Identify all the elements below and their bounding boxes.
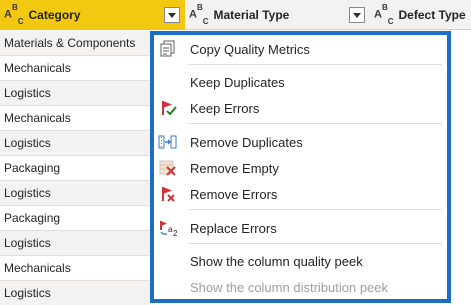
- text-type-icon: ABC: [374, 3, 394, 26]
- menu-item-replace-errors[interactable]: a 2 Replace Errors: [154, 217, 447, 239]
- menu-item-remove-errors[interactable]: Remove Errors: [154, 183, 447, 205]
- menu-item-remove-empty[interactable]: Remove Empty: [154, 157, 447, 179]
- keep-errors-icon: [162, 101, 177, 116]
- table-row[interactable]: Mechanicals: [0, 56, 150, 81]
- table-row[interactable]: Materials & Components: [0, 31, 150, 56]
- menu-item-label: Keep Errors: [190, 100, 260, 116]
- menu-item-label: Show the column quality peek: [190, 253, 363, 269]
- remove-duplicates-icon: [158, 135, 177, 149]
- menu-separator: [188, 64, 442, 65]
- column-dropdown-button[interactable]: [349, 7, 365, 23]
- text-type-icon: ABC: [4, 3, 24, 26]
- svg-text:2: 2: [173, 229, 178, 237]
- menu-item-show-column-quality-peek[interactable]: Show the column quality peek: [154, 250, 447, 272]
- remove-empty-icon: [159, 160, 176, 176]
- chevron-down-icon: [168, 12, 176, 18]
- column-header-defect-type[interactable]: ABC Defect Type: [370, 0, 471, 30]
- table-row[interactable]: Logistics: [0, 81, 150, 106]
- column-header-category[interactable]: ABC Category: [0, 0, 185, 30]
- menu-item-label: Copy Quality Metrics: [190, 41, 310, 57]
- column-title: Material Type: [213, 8, 290, 22]
- copy-icon: [160, 40, 175, 57]
- column-title: Defect Type: [398, 8, 466, 22]
- menu-item-label: Remove Errors: [190, 186, 278, 202]
- column-title: Category: [28, 8, 81, 22]
- table-row[interactable]: Logistics: [0, 131, 150, 156]
- menu-item-label: Show the column distribution peek: [190, 279, 389, 295]
- table-row[interactable]: Logistics: [0, 281, 150, 305]
- menu-item-remove-duplicates[interactable]: Remove Duplicates: [154, 131, 447, 153]
- table-row[interactable]: Logistics: [0, 231, 150, 256]
- menu-item-label: Remove Duplicates: [190, 134, 303, 150]
- category-column-cells: Materials & Components Mechanicals Logis…: [0, 31, 150, 305]
- table-row[interactable]: Logistics: [0, 181, 150, 206]
- chevron-down-icon: [353, 12, 361, 18]
- table-row[interactable]: Mechanicals: [0, 256, 150, 281]
- replace-errors-icon: a 2: [160, 221, 178, 237]
- text-type-icon: ABC: [189, 3, 209, 26]
- menu-item-show-column-distribution-peek: Show the column distribution peek: [154, 276, 447, 298]
- menu-item-label: Replace Errors: [190, 220, 277, 236]
- table-row[interactable]: Packaging: [0, 156, 150, 181]
- menu-item-keep-errors[interactable]: Keep Errors: [154, 97, 447, 119]
- table-row[interactable]: Mechanicals: [0, 106, 150, 131]
- menu-separator: [188, 243, 442, 244]
- table-row[interactable]: Packaging: [0, 206, 150, 231]
- menu-separator: [188, 209, 442, 210]
- column-context-menu: Copy Quality Metrics Keep Duplicates Kee…: [150, 31, 451, 303]
- column-header-material-type[interactable]: ABC Material Type: [185, 0, 370, 30]
- menu-item-copy-quality-metrics[interactable]: Copy Quality Metrics: [154, 38, 447, 60]
- column-header-bar: ABC Category ABC Material Type ABC Defec…: [0, 0, 471, 30]
- menu-separator: [188, 123, 442, 124]
- menu-item-label: Remove Empty: [190, 160, 279, 176]
- remove-errors-icon: [162, 187, 175, 202]
- column-dropdown-button[interactable]: [164, 7, 180, 23]
- menu-item-label: Keep Duplicates: [190, 74, 285, 90]
- menu-item-keep-duplicates[interactable]: Keep Duplicates: [154, 71, 447, 93]
